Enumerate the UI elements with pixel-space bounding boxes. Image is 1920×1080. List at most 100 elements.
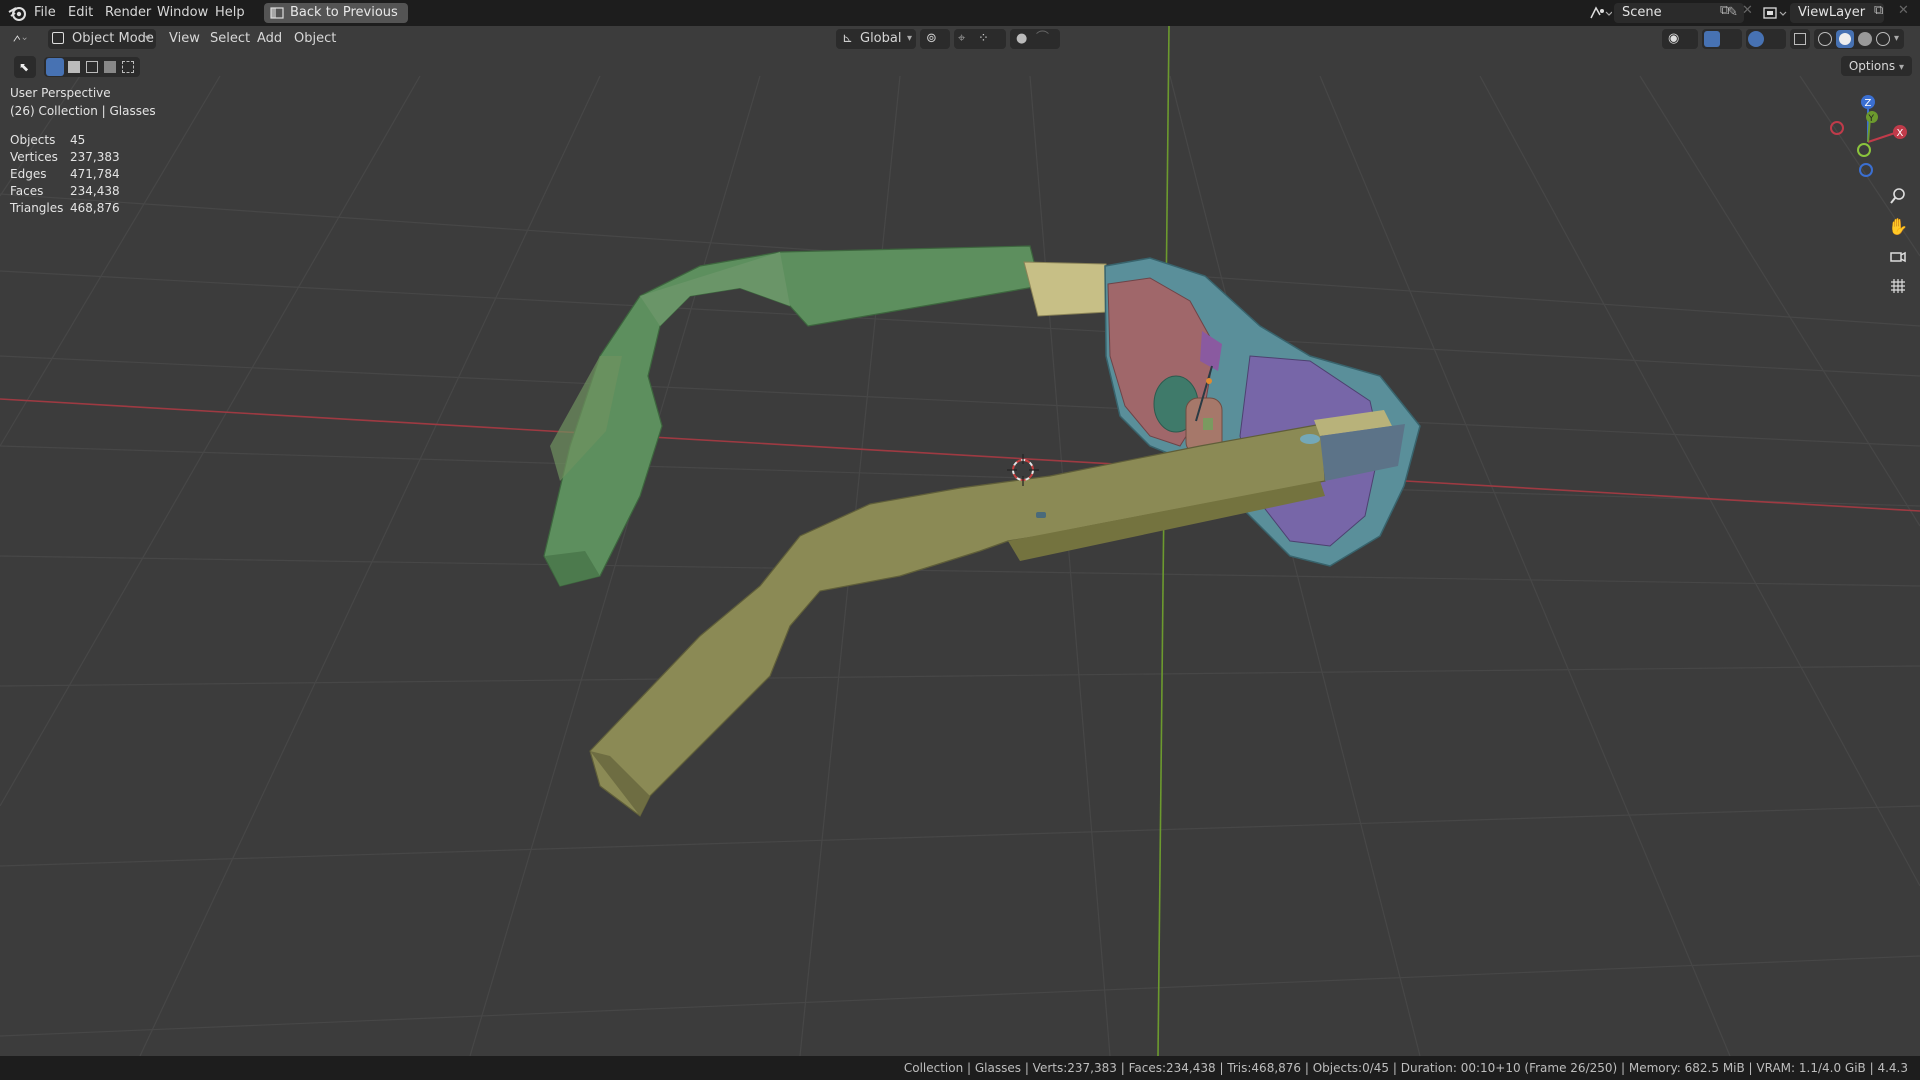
delete-view-layer-icon[interactable]: ✕ <box>1898 3 1909 18</box>
stat-value: 237,383 <box>70 150 120 164</box>
rendered-shading-icon[interactable] <box>1876 32 1890 46</box>
viewport-header: Object Mode ▾ View Select Add Object ⊾ G… <box>0 26 1920 52</box>
stat-row: Triangles 468,876 <box>10 200 120 217</box>
scene-icon[interactable] <box>1588 5 1612 21</box>
stat-row: Edges 471,784 <box>10 166 120 183</box>
material-shading-icon[interactable] <box>1858 32 1872 46</box>
menu-add[interactable]: Add <box>257 29 282 49</box>
chevron-down-icon: ▾ <box>1898 62 1904 73</box>
proportional-icon[interactable]: ● <box>1016 29 1027 49</box>
3d-viewport[interactable]: Object Mode ▾ View Select Add Object ⊾ G… <box>0 26 1920 1056</box>
gizmo-x-label: X <box>1897 128 1904 139</box>
view-layer-name: ViewLayer <box>1798 5 1866 20</box>
gizmo-toggle[interactable] <box>1702 29 1742 49</box>
subtract-selection-icon[interactable] <box>86 61 98 73</box>
gizmo-y-label: Y <box>1868 114 1875 124</box>
pivot-dropdown[interactable]: ⊚ <box>920 29 950 49</box>
mode-dropdown[interactable]: Object Mode ▾ <box>48 29 156 49</box>
select-tool-button[interactable]: ⬉ <box>14 56 36 78</box>
solid-shading-icon <box>1839 33 1851 45</box>
chevron-down-icon: ▾ <box>144 33 150 44</box>
snap-target-icon[interactable]: ⁘ <box>978 29 989 49</box>
selection-mode-group[interactable] <box>44 57 140 77</box>
orientation-icon: ⊾ <box>842 31 853 46</box>
navigation-gizmo[interactable]: Z Y X <box>1820 90 1916 194</box>
camera-view-button[interactable] <box>1884 242 1912 270</box>
gizmo-neg-z <box>1859 163 1873 177</box>
view-layer-field[interactable]: ViewLayer <box>1790 3 1884 23</box>
menu-view[interactable]: View <box>169 29 200 49</box>
orientation-label: Global <box>860 31 902 46</box>
blender-logo-icon[interactable] <box>8 4 28 22</box>
stat-label: Vertices <box>10 150 58 164</box>
stat-value: 468,876 <box>70 201 120 215</box>
stat-label: Objects <box>10 133 56 147</box>
shading-icon[interactable]: ▾ <box>1894 29 1899 49</box>
back-button-label: Back to Previous <box>290 5 398 20</box>
solid-shading-button[interactable] <box>1836 30 1854 48</box>
stat-label: Edges <box>10 167 47 181</box>
pan-button[interactable]: ✋ <box>1884 212 1912 240</box>
extend-selection-icon[interactable] <box>68 61 80 73</box>
collection-label: (26) Collection | Glasses <box>10 104 156 118</box>
snap-icon[interactable]: ⌖ <box>958 29 965 49</box>
stat-label: Faces <box>10 184 44 198</box>
menu-select[interactable]: Select <box>210 29 250 49</box>
proportional-group[interactable]: ● ⌒ <box>1010 29 1060 49</box>
menu-render[interactable]: Render <box>105 0 151 26</box>
floor-grid <box>0 75 1920 1056</box>
editor-type-icon[interactable] <box>12 30 30 48</box>
wireframe-shading-icon[interactable] <box>1818 32 1832 46</box>
stat-value: 471,784 <box>70 167 120 181</box>
zoom-button[interactable] <box>1884 182 1912 210</box>
visibility-icon: ◉ <box>1668 31 1680 46</box>
new-scene-icon[interactable]: ⧉ <box>1720 3 1729 18</box>
ortho-toggle-button[interactable] <box>1884 272 1912 300</box>
view-layer-icon[interactable] <box>1762 5 1788 21</box>
chevron-down-icon: ▾ <box>906 33 912 44</box>
visibility-dropdown[interactable]: ◉ <box>1662 29 1698 49</box>
cursor-icon: ⬉ <box>19 60 30 74</box>
set-selection-icon[interactable] <box>46 58 64 76</box>
falloff-icon[interactable]: ⌒ <box>1036 29 1049 49</box>
mode-icon <box>52 32 64 44</box>
right-temple-arm <box>589 423 1326 817</box>
back-icon <box>270 7 284 19</box>
menu-help[interactable]: Help <box>215 0 245 26</box>
status-bar: Collection | Glasses | Verts:237,383 | F… <box>0 1056 1920 1080</box>
options-label: Options <box>1848 59 1896 73</box>
glasses-model <box>543 245 1421 817</box>
top-menu-bar: File Edit Render Window Help Back to Pre… <box>0 0 1920 27</box>
stat-label: Triangles <box>10 201 64 215</box>
options-dropdown[interactable]: Options ▾ <box>1840 56 1912 76</box>
scene-statistics: Objects 45 Vertices 237,383 Edges 471,78… <box>10 132 120 217</box>
gizmo-neg-x <box>1830 121 1844 135</box>
snap-group[interactable]: ⌖ ⁘ <box>954 29 1006 49</box>
intersect-selection-icon[interactable] <box>122 61 134 73</box>
invert-selection-icon[interactable] <box>104 61 116 73</box>
shading-group[interactable]: ▾ <box>1814 29 1904 49</box>
xray-toggle[interactable] <box>1790 29 1810 49</box>
left-hinge <box>1023 261 1109 317</box>
overlay-toggle[interactable] <box>1746 29 1786 49</box>
mode-label: Object Mode <box>72 31 154 46</box>
menu-file[interactable]: File <box>34 0 56 26</box>
menu-object[interactable]: Object <box>294 29 336 49</box>
scene-name: Scene <box>1622 5 1662 20</box>
viewport-info: User Perspective (26) Collection | Glass… <box>10 84 156 120</box>
overlay-icon <box>1748 31 1764 47</box>
menu-window[interactable]: Window <box>157 0 208 26</box>
stat-row: Faces 234,438 <box>10 183 120 200</box>
gizmo-neg-y <box>1857 143 1871 157</box>
camera-icon <box>1890 251 1906 263</box>
y-axis-line <box>1157 26 1170 1056</box>
stat-value: 45 <box>70 133 86 147</box>
orientation-dropdown[interactable]: ⊾ Global ▾ <box>836 29 916 49</box>
new-view-layer-icon[interactable]: ⧉ <box>1874 3 1883 18</box>
viewport-canvas[interactable] <box>0 26 1920 1056</box>
menu-edit[interactable]: Edit <box>68 0 93 26</box>
delete-scene-icon[interactable]: ✕ <box>1742 3 1753 18</box>
pan-icon: ✋ <box>1888 216 1908 236</box>
back-to-previous-button[interactable]: Back to Previous <box>264 3 408 23</box>
gizmo-toggle-icon <box>1704 31 1720 47</box>
